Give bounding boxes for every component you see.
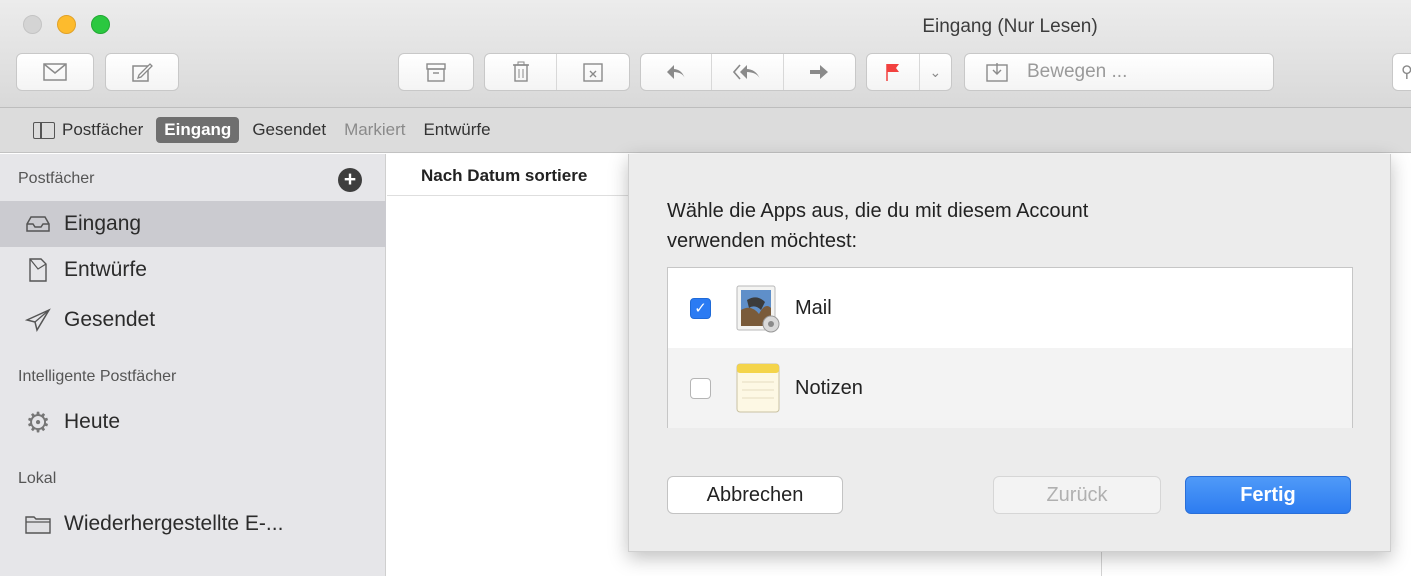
trash-button[interactable]	[485, 54, 557, 90]
envelope-icon	[43, 63, 67, 81]
sidebar-item-inbox[interactable]: Eingang	[0, 201, 386, 247]
sent-icon	[24, 307, 52, 333]
reply-all-button[interactable]	[712, 54, 784, 90]
compose-button[interactable]	[105, 53, 179, 91]
archive-button[interactable]	[398, 53, 474, 91]
delete-junk-group	[484, 53, 630, 91]
window-titlebar: Eingang (Nur Lesen) ⌄ Bewegen ... ⚲	[0, 0, 1411, 108]
app-row-notes[interactable]: Notizen	[668, 348, 1352, 428]
mailboxes-header: Postfächer	[18, 170, 95, 187]
move-to-icon	[986, 63, 1008, 82]
prompt-line-2: verwenden möchtest:	[667, 230, 858, 252]
forward-icon	[810, 65, 829, 79]
search-field[interactable]: ⚲	[1392, 53, 1411, 91]
drafts-icon	[24, 257, 52, 283]
flag-button[interactable]	[867, 54, 920, 90]
sidebar-item-label: Wiederhergestellte E-...	[64, 512, 284, 535]
reply-icon	[667, 65, 686, 79]
reply-button[interactable]	[641, 54, 713, 90]
fav-inbox-label: Eingang	[164, 120, 232, 139]
notes-checkbox[interactable]	[690, 377, 711, 399]
archive-icon	[426, 63, 446, 82]
flag-icon	[886, 64, 899, 81]
local-header: Lokal	[18, 470, 57, 487]
done-button[interactable]: Fertig	[1185, 476, 1351, 514]
app-row-mail[interactable]: ✓ Mail	[668, 268, 1352, 348]
sidebar-item-recovered[interactable]: Wiederhergestellte E-...	[0, 501, 386, 547]
reply-forward-group	[640, 53, 856, 91]
sheet-prompt: Wähle die Apps aus, die du mit diesem Ac…	[667, 196, 1267, 256]
reply-all-icon	[732, 64, 760, 80]
forward-button[interactable]	[784, 54, 855, 90]
get-mail-button[interactable]	[16, 53, 94, 91]
sidebar-item-label: Entwürfe	[64, 258, 147, 281]
move-label: Bewegen ...	[1027, 61, 1128, 82]
fav-sent[interactable]: Gesendet	[243, 120, 335, 140]
add-mailbox-button[interactable]: +	[338, 168, 362, 192]
flag-group: ⌄	[866, 53, 952, 91]
notes-app-icon	[733, 360, 783, 416]
mail-checkbox[interactable]: ✓	[690, 297, 711, 319]
mailbox-sidebar: Postfächer + Eingang Entwürfe Gesendet I…	[0, 154, 386, 576]
mail-app-icon	[733, 280, 783, 336]
favorites-bar: Postfächer Eingang Gesendet Markiert Ent…	[0, 108, 1411, 153]
minimize-window-button[interactable]	[57, 15, 76, 34]
sidebar-item-label: Eingang	[64, 212, 142, 235]
move-button[interactable]: Bewegen ...	[964, 53, 1274, 91]
fav-flagged[interactable]: Markiert	[335, 120, 414, 140]
prompt-line-1: Wähle die Apps aus, die du mit diesem Ac…	[667, 200, 1089, 222]
trash-icon	[512, 61, 529, 82]
back-button[interactable]: Zurück	[993, 476, 1161, 514]
sidebar-item-label: Heute	[64, 410, 121, 433]
junk-button[interactable]	[557, 54, 629, 90]
window-title: Eingang (Nur Lesen)	[922, 16, 1098, 37]
fav-drafts-label: Entwürfe	[423, 120, 491, 139]
inbox-icon	[24, 211, 52, 237]
compose-icon	[132, 63, 153, 82]
sidebar-item-label: Gesendet	[64, 308, 156, 331]
account-apps-sheet: Wähle die Apps aus, die du mit diesem Ac…	[628, 154, 1391, 552]
app-label: Mail	[795, 296, 832, 319]
zoom-window-button[interactable]	[91, 15, 110, 34]
close-window-button[interactable]	[23, 15, 42, 34]
app-label: Notizen	[795, 376, 863, 399]
gear-icon: ⚙	[25, 406, 51, 438]
sidebar-toggle-icon	[33, 121, 55, 139]
sidebar-item-drafts[interactable]: Entwürfe	[0, 247, 386, 293]
chevron-down-icon: ⌄	[929, 63, 942, 80]
fav-inbox[interactable]: Eingang	[156, 117, 240, 143]
folder-icon	[24, 511, 52, 537]
cancel-button[interactable]: Abbrechen	[667, 476, 843, 514]
sidebar-item-sent[interactable]: Gesendet	[0, 297, 386, 343]
junk-icon	[583, 63, 603, 82]
apps-list: ✓ Mail Notizen	[667, 267, 1353, 428]
fav-sent-label: Gesendet	[252, 120, 327, 139]
smart-mailboxes-header: Intelligente Postfächer	[18, 368, 177, 385]
sidebar-item-today[interactable]: ⚙ Heute	[0, 399, 386, 445]
fav-mailboxes-label: Postfächer	[62, 120, 144, 139]
fav-drafts[interactable]: Entwürfe	[414, 120, 499, 140]
search-icon: ⚲	[1401, 64, 1411, 81]
flag-menu-button[interactable]: ⌄	[920, 54, 951, 90]
fav-mailboxes-toggle[interactable]: Postfächer	[24, 120, 152, 140]
fav-flagged-label: Markiert	[344, 120, 406, 139]
